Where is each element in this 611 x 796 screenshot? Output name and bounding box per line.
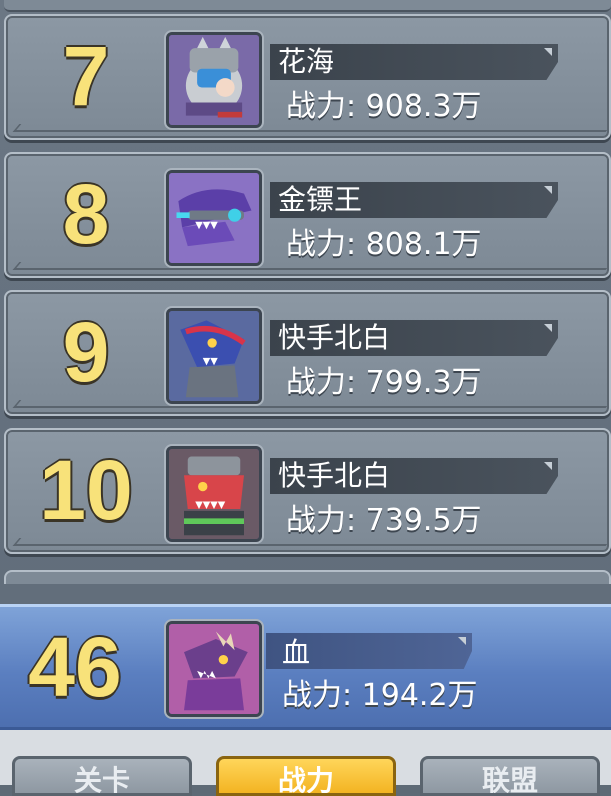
rank-number: 7 xyxy=(62,29,110,123)
player-name: 金镖王 xyxy=(278,183,363,216)
armored-robot-dragon-icon[interactable] xyxy=(166,32,262,128)
blue-dragon-knight-icon[interactable] xyxy=(166,308,262,404)
player-name: 快手北白 xyxy=(278,459,391,492)
purple-dragon-gunner-icon[interactable] xyxy=(166,170,262,266)
rank-number: 46 xyxy=(28,620,122,714)
power-value: 战力: 739.5万 xyxy=(286,503,482,538)
rank-number: 8 xyxy=(62,167,110,261)
rank-number: 10 xyxy=(39,443,133,537)
previous-row-edge xyxy=(4,0,611,12)
power-value: 战力: 908.3万 xyxy=(286,89,482,124)
leaderboard-row[interactable]: 10 快手北白 战力: 739.5万 xyxy=(4,428,611,554)
player-name: 快手北白 xyxy=(278,321,391,354)
red-dragon-soldier-icon[interactable] xyxy=(166,446,262,542)
rank-number: 9 xyxy=(62,305,110,399)
leaderboard-row[interactable]: 7 花海 战力: 908.3万 xyxy=(4,14,611,140)
tab-alliance[interactable]: 联盟 xyxy=(420,756,600,796)
list-bottom-edge xyxy=(4,570,611,584)
leaderboard-row[interactable]: 8 金镖王 战力: 808.1万 xyxy=(4,152,611,278)
tab-stage[interactable]: 关卡 xyxy=(12,756,192,796)
bone-dragon-icon[interactable] xyxy=(166,621,262,717)
player-name: 花海 xyxy=(278,45,335,78)
leaderboard-screen: 7 花海 战力: 908.3万 8 金镖王 战力: 808.1万 9 快手北白 … xyxy=(0,0,611,796)
tab-power[interactable]: 战力 xyxy=(216,756,396,796)
player-name: 血 xyxy=(282,636,311,669)
power-value: 战力: 194.2万 xyxy=(282,678,478,713)
my-rank-row[interactable]: 46 血 战力: 194.2万 xyxy=(0,604,611,730)
power-value: 战力: 799.3万 xyxy=(286,365,482,400)
leaderboard-row[interactable]: 9 快手北白 战力: 799.3万 xyxy=(4,290,611,416)
power-value: 战力: 808.1万 xyxy=(286,227,482,262)
